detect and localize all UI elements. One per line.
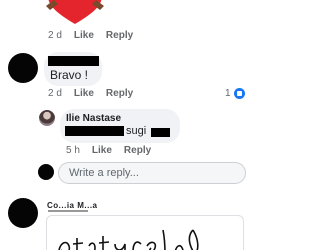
reply-button[interactable]: Reply: [124, 145, 151, 156]
like-button[interactable]: Like: [92, 145, 112, 156]
comment-meta: 2 d Like Reply: [48, 30, 133, 41]
reply-meta: 5 h Like Reply: [66, 145, 151, 156]
redacted-author-name: [48, 56, 99, 66]
handwritten-image: [58, 229, 199, 250]
reply-button[interactable]: Reply: [106, 88, 133, 99]
comment-author-name[interactable]: Co...ia M...a: [47, 201, 98, 210]
reply-text: sugi: [126, 125, 147, 137]
comment-meta: 2 d Like Reply: [48, 88, 133, 99]
comment-text: Bravo !: [50, 68, 89, 82]
redacted-author-name: [48, 210, 88, 212]
comment-image-attachment[interactable]: [46, 215, 244, 250]
redacted-mention: [65, 126, 124, 136]
reaction-summary[interactable]: 1: [225, 88, 245, 99]
heart-sticker-icon: [46, 0, 104, 24]
avatar[interactable]: [8, 53, 38, 83]
comment-bubble: Bravo !: [44, 52, 102, 86]
avatar[interactable]: [39, 110, 55, 126]
comment-timestamp: 2 d: [48, 30, 62, 41]
current-user-avatar: [38, 164, 54, 180]
reply-timestamp: 5 h: [66, 145, 80, 156]
like-icon: [233, 88, 245, 99]
reply-button[interactable]: Reply: [106, 30, 133, 41]
redacted-text: [151, 128, 170, 137]
avatar[interactable]: [8, 198, 38, 228]
like-button[interactable]: Like: [74, 30, 94, 41]
reply-author-name[interactable]: Ilie Nastase: [66, 113, 121, 124]
reply-bubble: Ilie Nastase sugi: [60, 109, 180, 143]
comment-timestamp: 2 d: [48, 88, 62, 99]
comment-thread: 2 d Like Reply Bravo ! 2 d Like Reply 1 …: [0, 0, 250, 250]
reply-input[interactable]: [58, 162, 246, 184]
reaction-count: 1: [225, 88, 231, 99]
like-button[interactable]: Like: [74, 88, 94, 99]
